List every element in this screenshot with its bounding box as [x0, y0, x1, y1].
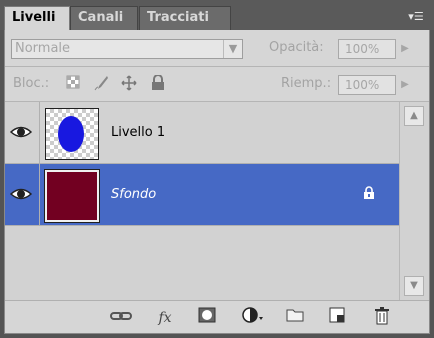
chevron-down-icon: ▼	[223, 40, 242, 58]
lock-all-icon[interactable]	[151, 74, 165, 95]
layer-thumbnail[interactable]	[45, 108, 99, 160]
layers-panel: Livelli Canali Tracciati ▾☰ Normale ▼ Op…	[0, 0, 434, 338]
blend-mode-value: Normale	[15, 41, 71, 56]
layer-scrollbar[interactable]: ▲ ▼	[399, 102, 429, 300]
tab-tracciati[interactable]: Tracciati	[139, 6, 231, 30]
opacity-label: Opacità:	[269, 40, 324, 55]
link-icon[interactable]	[109, 307, 133, 329]
layer-separator	[39, 102, 40, 164]
scroll-up-icon[interactable]: ▲	[404, 106, 424, 126]
lock-icon	[362, 186, 378, 202]
scroll-down-icon[interactable]: ▼	[404, 276, 424, 296]
tab-livelli[interactable]: Livelli	[4, 6, 70, 30]
layer-name[interactable]: Livello 1	[111, 125, 165, 140]
fill-label: Riemp.:	[281, 76, 332, 91]
lock-move-icon[interactable]	[121, 75, 137, 95]
fill-field[interactable]: 100%	[338, 75, 396, 95]
lock-transparent-icon[interactable]	[66, 75, 80, 93]
blend-row: Normale ▼ Opacità: 100% ▶	[5, 30, 429, 67]
layer-row-sfondo[interactable]: Sfondo	[5, 164, 399, 226]
adjustment-icon[interactable]	[241, 307, 265, 329]
lock-label: Bloc.:	[13, 76, 50, 91]
folder-icon[interactable]	[283, 307, 307, 329]
layer-list: Livello 1 Sfondo	[5, 102, 399, 300]
panel-menu-icon[interactable]: ▾☰	[404, 9, 428, 25]
fill-arrow-icon[interactable]: ▶	[398, 75, 412, 95]
tab-canali[interactable]: Canali	[70, 6, 138, 30]
opacity-field[interactable]: 100%	[338, 39, 396, 59]
eye-icon[interactable]	[9, 124, 35, 142]
trash-icon[interactable]	[370, 307, 394, 329]
layer-row-livello-1[interactable]: Livello 1	[5, 102, 399, 164]
fx-icon[interactable]: fx	[153, 307, 177, 329]
opacity-arrow-icon[interactable]: ▶	[398, 39, 412, 59]
layer-name[interactable]: Sfondo	[111, 187, 156, 202]
new-layer-icon[interactable]	[325, 307, 349, 329]
blend-mode-select[interactable]: Normale ▼	[11, 39, 243, 59]
lock-row: Bloc.: Riemp.: 100% ▶	[5, 67, 429, 102]
thumbnail-oval	[58, 116, 84, 152]
mask-icon[interactable]	[195, 307, 219, 329]
layer-separator	[39, 164, 40, 226]
layer-thumbnail[interactable]	[45, 170, 99, 222]
eye-icon[interactable]	[9, 186, 35, 204]
panel-content: Normale ▼ Opacità: 100% ▶ Bloc.: Riemp.:…	[4, 30, 430, 334]
lock-paint-icon[interactable]	[93, 75, 109, 95]
tab-bar: Livelli Canali Tracciati ▾☰	[0, 0, 434, 30]
panel-footer: fx	[5, 300, 429, 334]
